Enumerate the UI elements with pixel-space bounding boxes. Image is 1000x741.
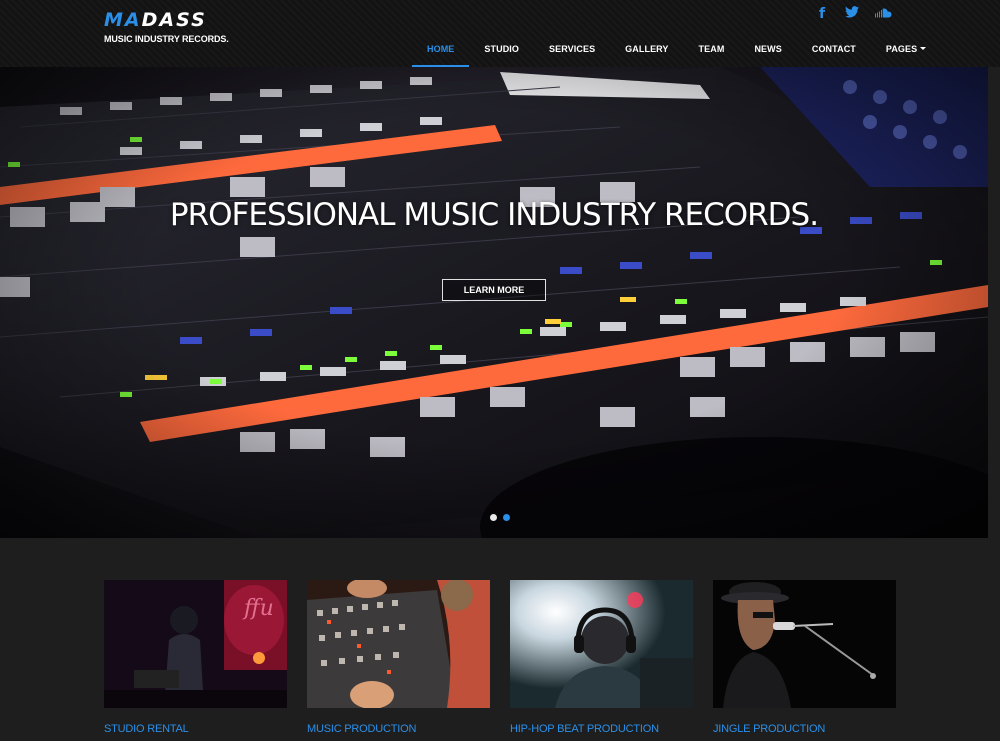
nav-news-label: NEWS (754, 43, 782, 54)
nav-team[interactable]: TEAM (684, 30, 740, 67)
nav-gallery-label: GALLERY (625, 43, 669, 54)
mixing-console-image (0, 67, 988, 538)
service-card-hip-hop-beat-production: HIP-HOP BEAT PRODUCTION (510, 580, 693, 735)
slider-dot-2[interactable] (503, 514, 510, 521)
hero-title: PROFESSIONAL MUSIC INDUSTRY RECORDS. (169, 197, 819, 233)
nav-news[interactable]: NEWS (739, 30, 796, 67)
nav-studio-label: STUDIO (484, 43, 520, 54)
nav-studio[interactable]: STUDIO (469, 30, 534, 67)
slider-dot-1[interactable] (490, 514, 497, 521)
service-card-jingle-production: JINGLE PRODUCTION (713, 580, 896, 735)
main-nav: HOME STUDIO SERVICES GALLERY TEAM NEWS C… (412, 30, 941, 67)
nav-gallery[interactable]: GALLERY (610, 30, 683, 67)
twitter-icon[interactable] (844, 6, 860, 22)
service-card-studio-rental: ffu STUDIO RENTAL (104, 580, 287, 735)
nav-services-label: SERVICES (549, 43, 596, 54)
logo-text: DASS (141, 9, 207, 31)
social-links: f (814, 6, 892, 22)
music-production-image[interactable] (307, 580, 490, 708)
service-title-music-production[interactable]: MUSIC PRODUCTION (307, 723, 490, 735)
nav-contact-label: CONTACT (811, 43, 856, 54)
hero-slider: PROFESSIONAL MUSIC INDUSTRY RECORDS. LEA… (0, 67, 988, 538)
site-tagline: MUSIC INDUSTRY RECORDS. (104, 34, 229, 44)
caret-down-icon (920, 47, 927, 50)
studio-rental-image[interactable]: ffu (104, 580, 287, 708)
service-title-jingle-production[interactable]: JINGLE PRODUCTION (713, 723, 896, 735)
site-logo[interactable]: MADASS (104, 10, 207, 30)
nav-contact[interactable]: CONTACT (797, 30, 871, 67)
nav-pages-dropdown[interactable]: PAGES (871, 30, 941, 67)
site-header: MADASS MUSIC INDUSTRY RECORDS. f HOME ST… (0, 0, 1000, 67)
svg-text:ffu: ffu (242, 596, 274, 621)
hip-hop-beat-production-image[interactable] (510, 580, 693, 708)
slider-pagination (490, 514, 510, 521)
service-card-music-production: MUSIC PRODUCTION (307, 580, 490, 735)
service-title-hip-hop-beat-production[interactable]: HIP-HOP BEAT PRODUCTION (510, 723, 693, 735)
services-grid: ffu STUDIO RENTAL MUSIC PRODUCTION HIP-H… (104, 580, 896, 735)
nav-team-label: TEAM (698, 43, 725, 54)
facebook-icon[interactable]: f (814, 6, 830, 22)
nav-services[interactable]: SERVICES (534, 30, 610, 67)
logo-accent-text: MA (104, 9, 142, 31)
nav-home[interactable]: HOME (412, 30, 470, 67)
jingle-production-image[interactable] (713, 580, 896, 708)
learn-more-button[interactable]: LEARN MORE (442, 279, 546, 301)
nav-home-label: HOME (427, 43, 455, 54)
nav-pages-label: PAGES (885, 43, 918, 54)
soundcloud-icon[interactable] (874, 6, 892, 22)
service-title-studio-rental[interactable]: STUDIO RENTAL (104, 723, 287, 735)
